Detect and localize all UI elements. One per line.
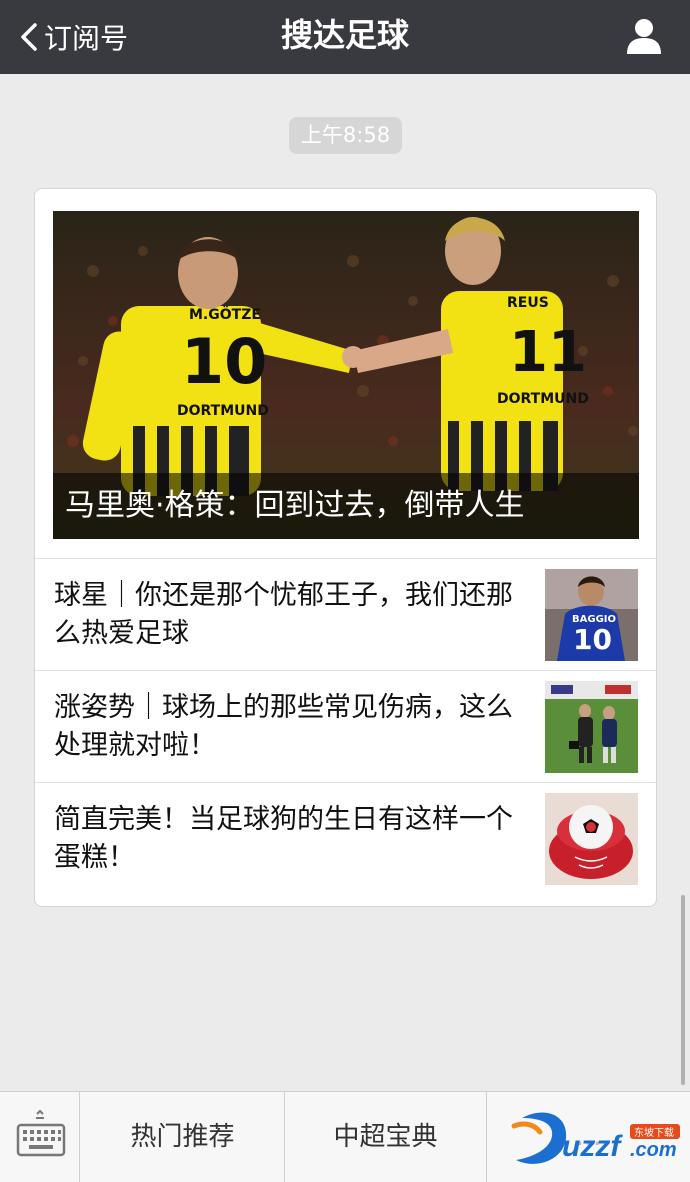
hero-jersey-right-name: REUS xyxy=(507,295,549,311)
article-title-3: 简直完美！当足球狗的生日有这样一个蛋糕！ xyxy=(54,804,513,873)
article-thumbnail-3 xyxy=(545,793,638,885)
profile-icon[interactable] xyxy=(624,16,664,56)
hero-jersey-left-club: DORTMUND xyxy=(177,403,269,419)
hero-jersey-left-name: M.GÖTZE xyxy=(189,305,261,323)
hero-caption: 马里奥·格策：回到过去，倒带人生 xyxy=(53,473,639,539)
hero-jersey-right-number: 11 xyxy=(509,320,587,385)
keyboard-toggle-button[interactable] xyxy=(0,1092,80,1182)
top-nav-bar: 订阅号 搜达足球 xyxy=(0,0,690,74)
hero-article[interactable]: M.GÖTZE 10 DORTMUND REUS 11 DORTMUND 马里奥… xyxy=(53,211,639,539)
back-label: 订阅号 xyxy=(44,22,129,55)
scrollbar[interactable] xyxy=(681,895,685,1085)
article-thumbnail-1: BAGGIO 10 xyxy=(545,569,638,661)
menu-hot-recommend[interactable]: 热门推荐 xyxy=(81,1092,285,1182)
article-card: M.GÖTZE 10 DORTMUND REUS 11 DORTMUND 马里奥… xyxy=(34,188,657,907)
chevron-left-icon xyxy=(21,23,37,51)
thumb-1-number: 10 xyxy=(573,623,612,656)
hero-jersey-right-club: DORTMUND xyxy=(497,391,589,407)
watermark-suffix: .com xyxy=(630,1139,677,1161)
bottom-menu-bar: 热门推荐 中超宝典 … uzzf .com 东坡下载 xyxy=(0,1091,690,1182)
uzzf-watermark-logo: uzzf .com 东坡下载 xyxy=(511,1112,680,1164)
article-item-2[interactable]: 涨姿势｜球场上的那些常见伤病，这么处理就对啦！ xyxy=(35,670,656,782)
watermark-tag: 东坡下载 xyxy=(634,1126,674,1139)
message-timestamp: 上午8:58 xyxy=(289,117,402,154)
article-title-2: 涨姿势｜球场上的那些常见伤病，这么处理就对啦！ xyxy=(54,692,513,761)
watermark-brand: uzzf xyxy=(562,1130,623,1163)
article-item-1[interactable]: 球星｜你还是那个忧郁王子，我们还那么热爱足球 BAGGIO 10 xyxy=(35,558,656,670)
hero-jersey-left-number: 10 xyxy=(181,325,267,398)
keyboard-icon xyxy=(16,1109,66,1157)
article-thumbnail-2 xyxy=(545,681,638,773)
back-button[interactable]: 订阅号 xyxy=(18,0,128,74)
article-item-3[interactable]: 简直完美！当足球狗的生日有这样一个蛋糕！ xyxy=(35,782,656,894)
article-title-1: 球星｜你还是那个忧郁王子，我们还那么热爱足球 xyxy=(54,580,513,649)
menu-csl-guide[interactable]: 中超宝典 xyxy=(285,1092,487,1182)
